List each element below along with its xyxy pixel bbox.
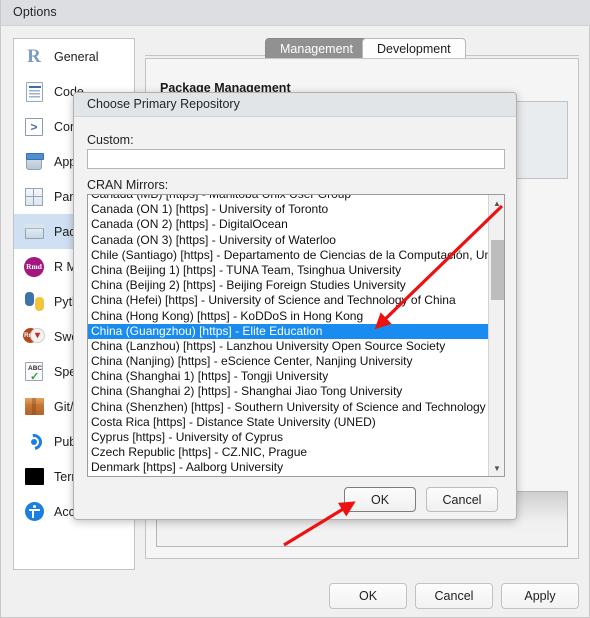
mirror-row[interactable]: Canada (ON 3) [https] - University of Wa… xyxy=(88,233,488,248)
mirror-row[interactable]: Cyprus [https] - University of Cyprus xyxy=(88,430,488,445)
mirror-row[interactable]: China (Shanghai 2) [https] - Shanghai Ji… xyxy=(88,384,488,399)
mirror-row[interactable]: China (Lanzhou) [https] - Lanzhou Univer… xyxy=(88,339,488,354)
spellcheck-icon xyxy=(23,361,45,383)
list-scrollbar[interactable]: ▲ ▼ xyxy=(488,195,504,476)
apply-button[interactable]: Apply xyxy=(501,583,579,609)
modal-titlebar: Choose Primary Repository xyxy=(74,93,516,117)
cran-mirrors-list: Canada (MB) [https] - Manitoba Unix User… xyxy=(88,195,488,476)
mirror-row[interactable]: Canada (ON 2) [https] - DigitalOcean xyxy=(88,217,488,232)
mirror-row[interactable]: Canada (ON 1) [https] - University of To… xyxy=(88,202,488,217)
mirror-row[interactable]: China (Nanjing) [https] - eScience Cente… xyxy=(88,354,488,369)
python-logo-icon xyxy=(23,291,45,313)
cran-mirrors-label: CRAN Mirrors: xyxy=(87,178,169,192)
scroll-down-icon[interactable]: ▼ xyxy=(489,460,504,476)
pane-grid-icon xyxy=(23,186,45,208)
mirror-row[interactable]: China (Beijing 2) [https] - Beijing Fore… xyxy=(88,278,488,293)
r-logo-icon: R xyxy=(27,45,41,67)
cran-mirrors-listbox[interactable]: Canada (MB) [https] - Manitoba Unix User… xyxy=(87,194,505,477)
console-prompt-icon: > xyxy=(23,116,45,138)
accessibility-icon xyxy=(23,501,45,523)
choose-primary-repository-dialog: Choose Primary Repository Custom: CRAN M… xyxy=(73,92,517,520)
git-box-icon xyxy=(23,396,45,418)
options-window: Options R General Code > Console Appeara… xyxy=(0,0,590,618)
publish-orbit-icon xyxy=(22,430,46,453)
rmd-badge-icon: Rmd xyxy=(23,256,45,278)
tab-development[interactable]: Development xyxy=(362,38,466,60)
page-title: Options xyxy=(13,5,57,19)
ok-button[interactable]: OK xyxy=(329,583,407,609)
mirror-row[interactable]: China (Shenzhen) [https] - Southern Univ… xyxy=(88,400,488,415)
sweave-pdf-icon: Rnw▾ xyxy=(23,326,45,348)
custom-repository-input[interactable] xyxy=(87,149,505,169)
scroll-up-icon[interactable]: ▲ xyxy=(489,195,504,211)
mirror-row[interactable]: Czech Republic [https] - CZ.NIC, Prague xyxy=(88,445,488,460)
mirror-row[interactable]: Canada (MB) [https] - Manitoba Unix User… xyxy=(88,195,488,202)
package-box-icon xyxy=(23,221,45,243)
sidebar-item-general[interactable]: R General xyxy=(14,39,134,74)
scrollbar-thumb[interactable] xyxy=(491,240,504,300)
modal-ok-button[interactable]: OK xyxy=(344,487,416,512)
cancel-button[interactable]: Cancel xyxy=(415,583,493,609)
modal-title: Choose Primary Repository xyxy=(87,97,240,111)
mirror-row[interactable]: Chile (Santiago) [https] - Departamento … xyxy=(88,248,488,263)
modal-footer: OK Cancel xyxy=(74,479,516,519)
mirror-row[interactable]: China (Hefei) [https] - University of Sc… xyxy=(88,293,488,308)
mirror-row[interactable]: Costa Rica [https] - Distance State Univ… xyxy=(88,415,488,430)
mirror-row[interactable]: China (Beijing 1) [https] - TUNA Team, T… xyxy=(88,263,488,278)
code-document-icon xyxy=(23,81,45,103)
terminal-icon xyxy=(23,466,45,488)
tab-management[interactable]: Management xyxy=(265,38,368,60)
sidebar-item-label: General xyxy=(54,49,99,64)
mirror-row[interactable]: China (Shanghai 1) [https] - Tongji Univ… xyxy=(88,369,488,384)
window-titlebar: Options xyxy=(1,0,590,26)
mirror-row[interactable]: China (Hong Kong) [https] - KoDDoS in Ho… xyxy=(88,309,488,324)
tabstrip[interactable]: Management Development xyxy=(145,38,579,60)
dialog-footer-buttons: OK Cancel Apply xyxy=(329,583,581,609)
mirror-row-selected[interactable]: China (Guangzhou) [https] - Elite Educat… xyxy=(88,323,488,339)
paint-bucket-icon xyxy=(23,151,45,173)
custom-label: Custom: xyxy=(87,133,134,147)
mirror-row[interactable]: Denmark [https] - Aalborg University xyxy=(88,460,488,475)
modal-cancel-button[interactable]: Cancel xyxy=(426,487,498,512)
